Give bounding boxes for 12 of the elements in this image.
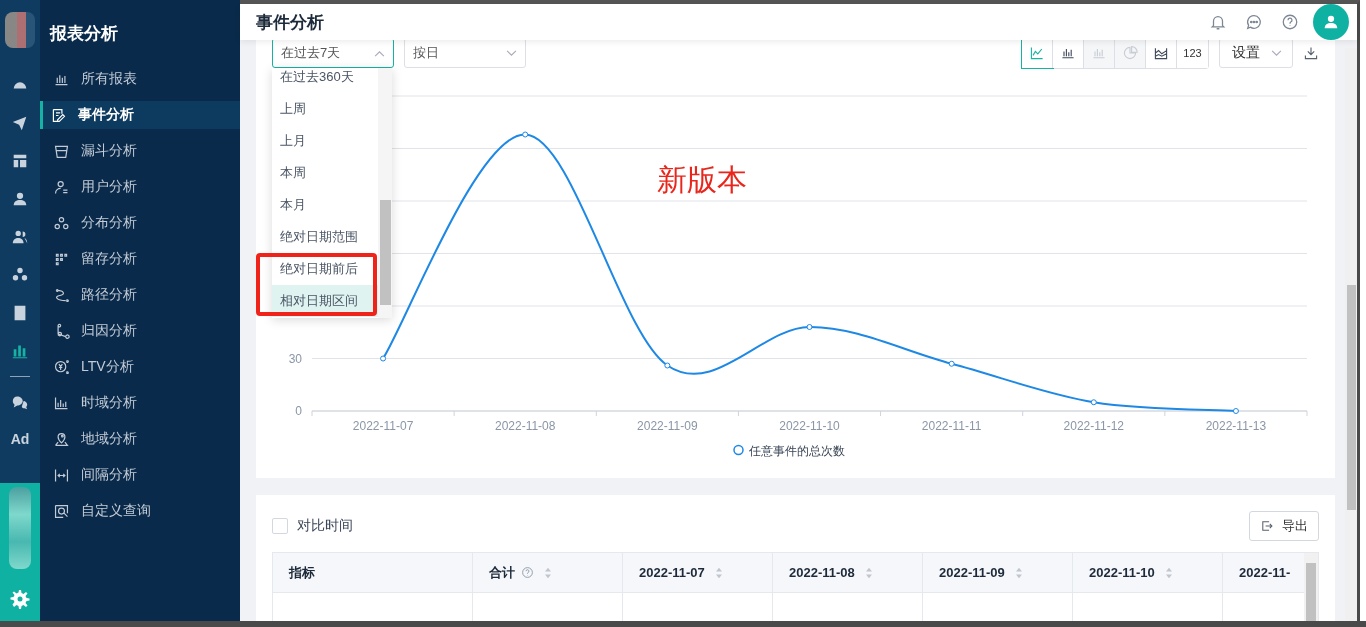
page-title: 事件分析 xyxy=(256,11,324,34)
axis-tick-label: 2022-11-11 xyxy=(921,419,982,433)
axis-tick-label: 2022-11-10 xyxy=(779,419,840,433)
app-title: 报表分析 xyxy=(48,23,119,45)
axis-tick-label: 2022-11-12 xyxy=(1063,419,1125,433)
axis-tick-label: 0 xyxy=(295,404,302,418)
axis-tick-label: 2022-11-07 xyxy=(352,419,414,433)
axis-tick-label: 30 xyxy=(288,351,302,366)
annotation-text: 新版本 xyxy=(657,162,747,198)
axis-tick-label: 2022-11-08 xyxy=(494,419,556,433)
axis-tick-label: 2022-11-09 xyxy=(637,419,698,433)
axis-tick-label: 2022-11-13 xyxy=(1205,419,1267,433)
